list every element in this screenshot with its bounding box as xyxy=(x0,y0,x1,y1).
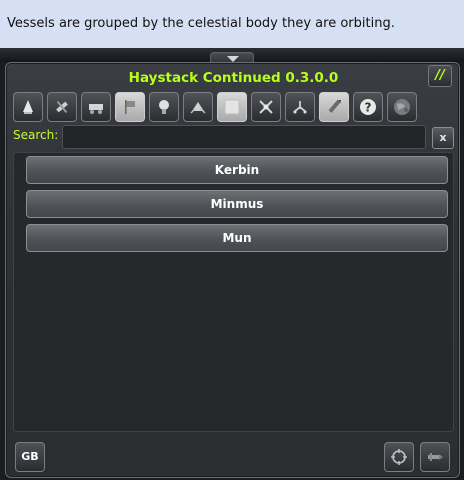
clear-search-button[interactable]: x xyxy=(432,127,454,149)
filter-ship-button[interactable] xyxy=(319,92,349,122)
haystack-window: Haystack Continued 0.3.0.0 // ? Search: … xyxy=(5,62,460,478)
ship-side-icon xyxy=(428,453,443,461)
filter-flag-button[interactable] xyxy=(115,92,145,122)
vessel-group-list[interactable]: Kerbin Minmus Mun xyxy=(13,152,454,432)
filter-satellite-button[interactable] xyxy=(251,92,281,122)
window-title: Haystack Continued 0.3.0.0 xyxy=(128,70,339,86)
station-block-icon xyxy=(224,99,240,115)
filter-base-button[interactable] xyxy=(183,92,213,122)
base-icon xyxy=(190,102,206,114)
group-header-mun[interactable]: Mun xyxy=(26,224,448,252)
vessel-type-filter-toolbar: ? xyxy=(13,92,417,122)
group-header-minmus[interactable]: Minmus xyxy=(26,190,448,218)
lander-icon xyxy=(23,100,33,114)
group-by-button[interactable]: GB xyxy=(15,442,45,472)
debris-icon xyxy=(56,100,68,114)
filter-rover-button[interactable] xyxy=(81,92,111,122)
filter-station-button[interactable] xyxy=(217,92,247,122)
tooltip-banner: Vessels are grouped by the celestial bod… xyxy=(0,0,464,48)
filter-lander-button[interactable] xyxy=(13,92,43,122)
resize-button[interactable]: // xyxy=(428,65,452,87)
focus-vessel-button[interactable] xyxy=(420,442,450,472)
probe-icon xyxy=(159,100,169,114)
flag-icon xyxy=(125,100,135,114)
filter-probe-button[interactable] xyxy=(149,92,179,122)
group-header-kerbin[interactable]: Kerbin xyxy=(26,156,448,184)
search-label: Search: xyxy=(13,128,59,142)
rover-icon xyxy=(89,104,103,114)
svg-text:?: ? xyxy=(365,101,372,115)
target-button[interactable] xyxy=(384,442,414,472)
planet-icon xyxy=(394,99,410,115)
filter-debris-button[interactable] xyxy=(47,92,77,122)
satellite-icon xyxy=(259,100,273,114)
help-button[interactable]: ? xyxy=(353,92,383,122)
space-object-icon xyxy=(293,101,307,114)
search-input[interactable] xyxy=(62,125,426,149)
target-icon xyxy=(391,449,407,465)
ship-icon xyxy=(328,99,341,113)
help-icon: ? xyxy=(360,99,376,115)
celestial-body-grouping-button[interactable] xyxy=(387,92,417,122)
filter-space-object-button[interactable] xyxy=(285,92,315,122)
